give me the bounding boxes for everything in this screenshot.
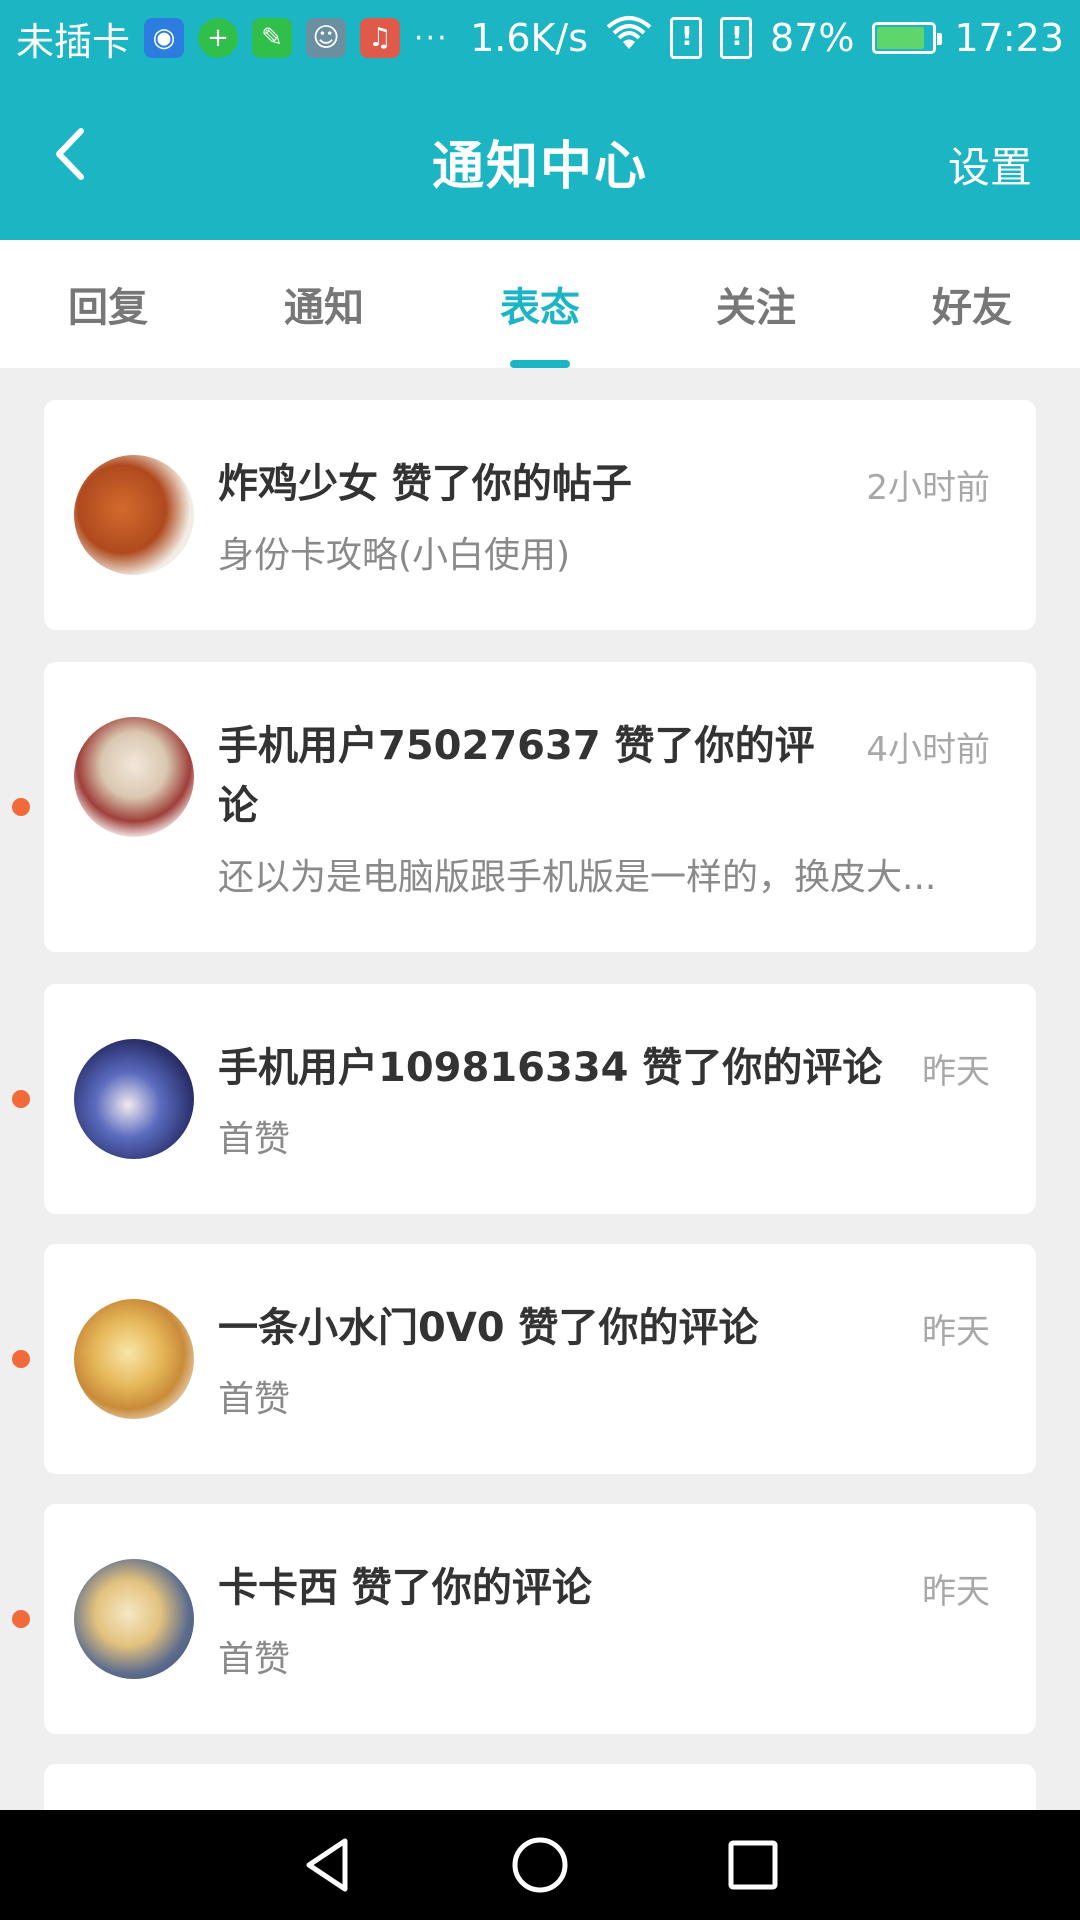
avatar[interactable] <box>74 1299 194 1419</box>
avatar[interactable] <box>74 717 194 837</box>
tab-follows[interactable]: 关注 <box>648 240 864 368</box>
tab-label: 表态 <box>500 285 580 331</box>
notification-card[interactable]: 一条小水门0V0 赞了你的评论 首赞 昨天 <box>44 1244 1036 1474</box>
notification-time: 4小时前 <box>866 730 990 770</box>
app-header: 未插卡 ◉ + ✎ ☺ ♫ ··· 1.6K/s 87% 17:23 <box>0 0 1080 240</box>
tab-bar: 回复 通知 表态 关注 好友 <box>0 240 1080 368</box>
notification-title: 手机用户75027637 赞了你的评论 <box>218 723 815 829</box>
clock: 17:23 <box>954 16 1064 60</box>
unread-dot <box>12 1610 30 1628</box>
battery-percent: 87% <box>770 16 855 60</box>
more-notifications-icon: ··· <box>414 20 449 56</box>
green-app-icon: ✎ <box>252 18 293 58</box>
notification-card[interactable]: 炸鸡少女 赞了你的帖子 身份卡攻略(小白使用) 2小时前 <box>44 400 1036 630</box>
tab-label: 通知 <box>284 285 364 331</box>
active-tab-indicator <box>510 360 570 368</box>
notification-subtitle: 首赞 <box>218 1379 291 1420</box>
tab-notices[interactable]: 通知 <box>216 240 432 368</box>
notification-subtitle: 身份卡攻略(小白使用) <box>218 535 571 576</box>
wifi-hotspot-icon: ◉ <box>144 18 185 58</box>
square-recents-icon <box>728 1840 778 1890</box>
notification-time: 昨天 <box>922 1052 990 1092</box>
nav-recents-button[interactable] <box>713 1825 793 1905</box>
avatar[interactable] <box>74 1039 194 1159</box>
tab-replies[interactable]: 回复 <box>0 240 216 368</box>
avatar[interactable] <box>74 1559 194 1679</box>
wifi-icon <box>606 15 652 62</box>
music-icon: ♫ <box>360 18 401 58</box>
battery-fill <box>877 27 925 49</box>
unread-dot <box>12 1350 30 1368</box>
notification-title: 卡卡西 赞了你的评论 <box>218 1565 592 1611</box>
tab-label: 好友 <box>932 285 1012 331</box>
unread-dot <box>12 1090 30 1108</box>
title-bar: 通知中心 设置 <box>0 100 1080 210</box>
carrier-label: 未插卡 <box>16 19 131 64</box>
tab-reactions[interactable]: 表态 <box>432 240 648 368</box>
notification-card[interactable]: 手机用户109816334 赞了你的评论 首赞 昨天 <box>44 984 1036 1214</box>
notification-subtitle: 首赞 <box>218 1639 291 1680</box>
notification-subtitle: 还以为是电脑版跟手机版是一样的，换皮大... <box>218 857 937 898</box>
triangle-back-icon <box>306 1838 348 1892</box>
net-speed: 1.6K/s <box>470 16 589 60</box>
sim-missing-icon-2 <box>720 17 753 59</box>
tab-label: 关注 <box>716 285 796 331</box>
notification-title: 手机用户109816334 赞了你的评论 <box>218 1045 883 1091</box>
tab-friends[interactable]: 好友 <box>864 240 1080 368</box>
page-title: 通知中心 <box>431 137 648 197</box>
notification-title: 炸鸡少女 赞了你的帖子 <box>218 461 632 507</box>
status-bar: 未插卡 ◉ + ✎ ☺ ♫ ··· 1.6K/s 87% 17:23 <box>0 0 1080 76</box>
system-nav-bar <box>0 1810 1080 1920</box>
character-app-icon: ☺ <box>306 18 347 58</box>
tab-label: 回复 <box>68 285 148 331</box>
nav-back-button[interactable] <box>287 1825 367 1905</box>
notification-subtitle: 首赞 <box>218 1119 291 1160</box>
notification-time: 2小时前 <box>866 468 990 508</box>
nav-home-button[interactable] <box>500 1825 580 1905</box>
unread-dot <box>12 798 30 816</box>
notification-time: 昨天 <box>922 1312 990 1352</box>
battery-icon <box>872 22 943 54</box>
notification-title: 一条小水门0V0 赞了你的评论 <box>218 1305 759 1351</box>
sim-missing-icon <box>670 17 703 59</box>
notification-card[interactable]: 卡卡西 赞了你的评论 首赞 昨天 <box>44 1504 1036 1734</box>
notification-time: 昨天 <box>922 1572 990 1612</box>
avatar[interactable] <box>74 455 194 575</box>
green-plus-icon: + <box>198 18 239 58</box>
circle-home-icon <box>512 1837 568 1893</box>
notification-card[interactable]: 手机用户75027637 赞了你的评论 还以为是电脑版跟手机版是一样的，换皮大.… <box>44 662 1036 952</box>
settings-button[interactable]: 设置 <box>948 134 1032 195</box>
